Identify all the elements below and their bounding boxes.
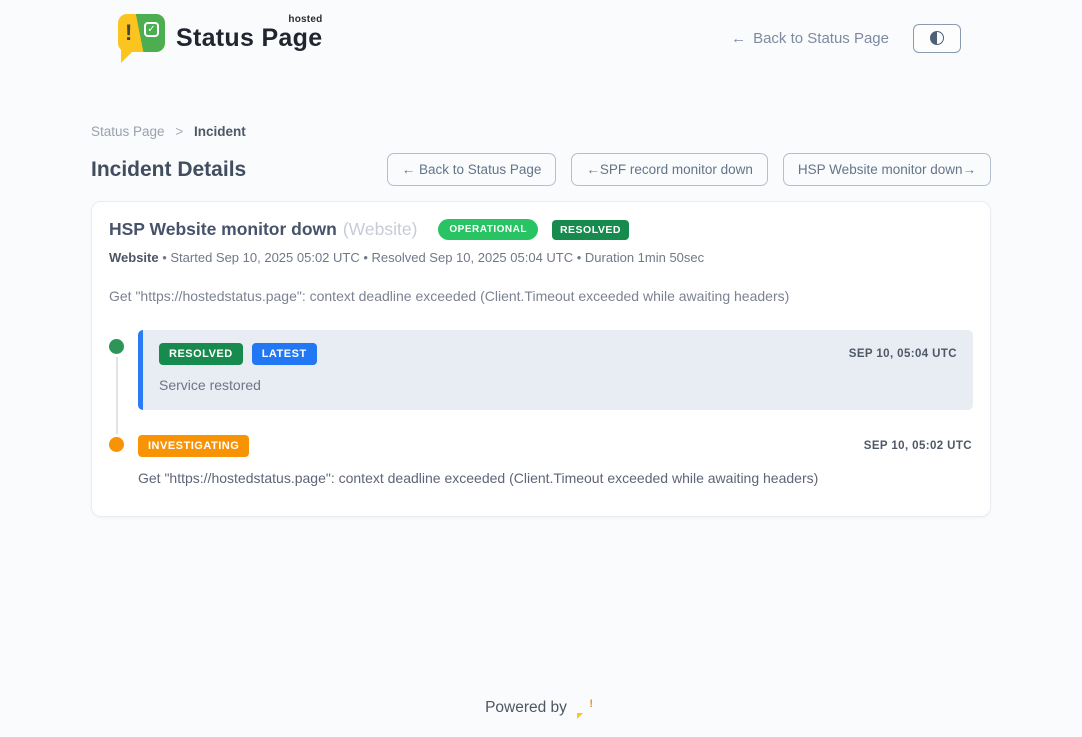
resolved-badge: RESOLVED: [552, 220, 629, 240]
powered-by-label: Powered by: [485, 699, 567, 717]
header-actions: ← Back to Status Page: [731, 24, 961, 53]
breadcrumb-status-page[interactable]: Status Page: [91, 124, 165, 139]
timeline-dot-green: [109, 339, 124, 354]
brand-superscript: hosted: [288, 14, 322, 25]
title-row: Incident Details ← Back to Status Page ←…: [91, 153, 991, 186]
brand-logo-icon: ! ✓: [118, 14, 166, 62]
breadcrumb: Status Page > Incident: [91, 124, 991, 139]
incident-timeline: RESOLVED LATEST SEP 10, 05:04 UTC Servic…: [109, 330, 973, 486]
back-link-label: Back to Status Page: [753, 30, 889, 47]
back-to-status-page-link[interactable]: ← Back to Status Page: [731, 30, 889, 47]
brand-text: hosted Status Page: [176, 14, 322, 53]
timeline-investigating-content: INVESTIGATING SEP 10, 05:02 UTC Get "htt…: [138, 435, 973, 486]
timeline-dot-orange: [109, 437, 124, 452]
timeline-entry-resolved: RESOLVED LATEST SEP 10, 05:04 UTC Servic…: [109, 330, 973, 410]
header: ! ✓ hosted Status Page ← Back to Status …: [0, 0, 1082, 62]
timeline-timestamp: SEP 10, 05:02 UTC: [864, 440, 972, 452]
brand-name: Status Page: [176, 24, 322, 52]
theme-toggle-button[interactable]: [913, 24, 961, 53]
timeline-entry-investigating: INVESTIGATING SEP 10, 05:02 UTC Get "htt…: [109, 435, 973, 486]
latest-badge: LATEST: [252, 343, 317, 365]
brand-logo[interactable]: ! ✓ hosted Status Page: [118, 14, 322, 62]
resolved-status-badge: RESOLVED: [159, 343, 243, 365]
bubble-tail: [121, 50, 134, 63]
exclamation-icon: !: [125, 20, 132, 46]
incident-nav-buttons: ← Back to Status Page ←SPF record monito…: [387, 153, 991, 186]
speech-bubble-icon: ! ✓: [118, 14, 165, 52]
main-content: Status Page > Incident Incident Details …: [0, 124, 1082, 517]
next-incident-button[interactable]: HSP Website monitor down→: [783, 153, 991, 186]
incident-scope: (Website): [343, 219, 418, 240]
arrow-left-icon: ←: [731, 30, 746, 47]
incident-description: Get "https://hostedstatus.page": context…: [109, 288, 973, 304]
breadcrumb-separator: >: [175, 124, 183, 139]
back-to-status-page-button[interactable]: ← Back to Status Page: [387, 153, 557, 186]
timeline-message: Get "https://hostedstatus.page": context…: [138, 470, 972, 486]
breadcrumb-incident: Incident: [194, 124, 246, 139]
checkmark-icon: ✓: [144, 22, 159, 37]
mini-bubble-tail: [577, 713, 583, 719]
incident-component: Website: [109, 250, 159, 265]
incident-title: HSP Website monitor down: [109, 219, 337, 240]
timeline-timestamp: SEP 10, 05:04 UTC: [849, 348, 957, 360]
timeline-message: Service restored: [159, 377, 957, 393]
incident-card: HSP Website monitor down (Website) OPERA…: [91, 201, 991, 517]
timeline-resolved-panel: RESOLVED LATEST SEP 10, 05:04 UTC Servic…: [138, 330, 973, 410]
footer: Powered by ! ✓ © 2025-10-08 14:10:34.772…: [0, 697, 1082, 737]
incident-title-row: HSP Website monitor down (Website) OPERA…: [109, 219, 973, 240]
timeline-investigating-badge-row: INVESTIGATING SEP 10, 05:02 UTC: [138, 435, 972, 457]
incident-meta-details: • Started Sep 10, 2025 05:02 UTC • Resol…: [159, 250, 705, 265]
contrast-icon: [930, 31, 944, 45]
timeline-resolved-badge-row: RESOLVED LATEST SEP 10, 05:04 UTC: [159, 343, 957, 365]
powered-by-logo-icon[interactable]: ! ✓: [576, 697, 597, 718]
prev-incident-button[interactable]: ←SPF record monitor down: [571, 153, 768, 186]
investigating-status-badge: INVESTIGATING: [138, 435, 249, 457]
incident-meta: Website • Started Sep 10, 2025 05:02 UTC…: [109, 250, 973, 265]
powered-by: Powered by ! ✓: [0, 697, 1082, 718]
operational-badge: OPERATIONAL: [438, 219, 538, 240]
page-title: Incident Details: [91, 158, 246, 182]
